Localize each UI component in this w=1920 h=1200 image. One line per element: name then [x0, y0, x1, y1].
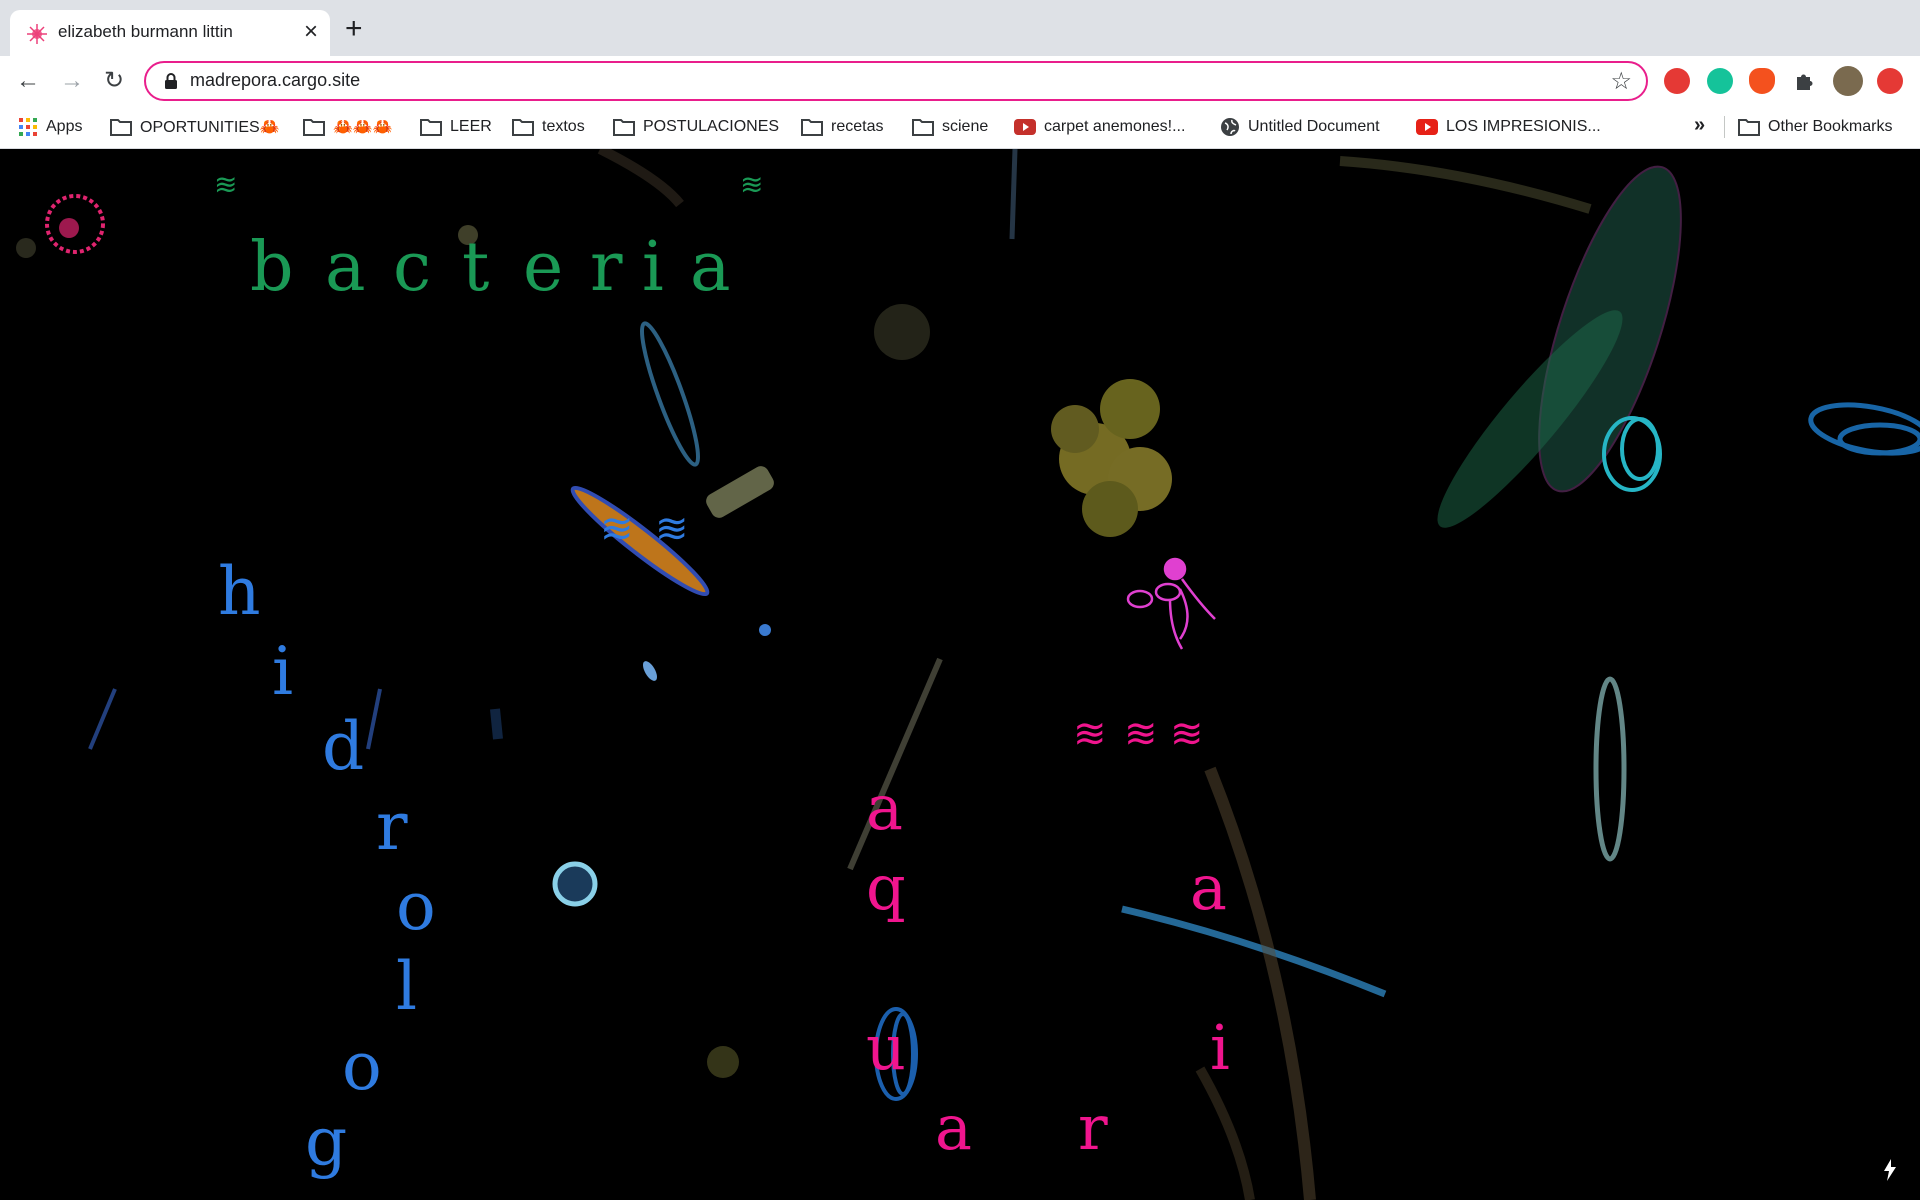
aquarium-letter: a: [1190, 851, 1227, 924]
bookmark-folder-crabs[interactable]: 🦀🦀🦀: [303, 115, 393, 139]
title-letter: a: [690, 228, 731, 307]
bookmarks-bar: Apps OPORTUNITIES🦀 🦀🦀🦀 LEER textos POSTU…: [0, 106, 1920, 149]
tab-strip: elizabeth burmann littin × +: [0, 0, 1920, 56]
bookmark-label: sciene: [942, 118, 989, 135]
title-letter: t: [462, 228, 490, 307]
bookmark-label: LOS IMPRESIONIS...: [1446, 118, 1601, 135]
bookmark-label: carpet anemones!...: [1044, 118, 1186, 135]
forward-arrow-icon[interactable]: →: [56, 65, 88, 97]
bookmark-label: Other Bookmarks: [1768, 118, 1893, 135]
yellow-colony-organism: [1051, 379, 1172, 537]
pink-coral-organism: [45, 194, 105, 254]
lock-icon: [165, 73, 177, 89]
wave-glyph: ≋: [1124, 711, 1158, 757]
url-text: madrepora.cargo.site: [190, 70, 361, 90]
globe-icon: [1221, 118, 1239, 136]
wave-glyph: ≋: [740, 168, 764, 201]
hidrologia-letter: h: [218, 553, 261, 630]
more-bookmarks-chevron-icon[interactable]: »: [1694, 114, 1705, 137]
bookmark-label: OPORTUNITIES🦀: [140, 119, 280, 136]
browser-toolbar: ← → ↻ madrepora.cargo.site ☆: [0, 56, 1920, 106]
new-tab-button[interactable]: +: [345, 14, 363, 44]
wave-glyph: ≋: [214, 168, 238, 201]
update-extension-icon[interactable]: [1877, 68, 1903, 94]
bookmark-apps[interactable]: Apps: [18, 115, 82, 139]
aquarium-letter: r: [1078, 1091, 1108, 1164]
title-letter: b: [250, 228, 294, 307]
lightning-icon[interactable]: [1882, 1159, 1898, 1181]
bookmark-label: LEER: [450, 118, 492, 135]
page-canvas: ≋ ≋ b a c t e r i a ≋ ≋ h i d r o l o g …: [0, 149, 1920, 1200]
folder-icon: [110, 119, 132, 136]
bookmark-label: recetas: [831, 118, 884, 135]
hidrologia-letter: r: [376, 788, 408, 865]
active-tab[interactable]: elizabeth burmann littin ×: [10, 10, 330, 56]
folder-icon: [613, 119, 635, 136]
bookmark-los-impresionis[interactable]: LOS IMPRESIONIS...: [1416, 115, 1601, 139]
hidrologia-letter: l: [396, 948, 418, 1025]
reload-icon[interactable]: ↻: [98, 65, 130, 97]
bookmarks-divider: [1724, 116, 1725, 138]
hidrologia-letter: o: [342, 1028, 382, 1105]
title-letter: r: [590, 228, 623, 307]
bookmark-untitled-document[interactable]: Untitled Document: [1220, 115, 1380, 139]
apps-grid-icon: [19, 118, 37, 136]
folder-icon: [512, 119, 534, 136]
profile-avatar[interactable]: [1833, 66, 1863, 96]
tab-title: elizabeth burmann littin: [58, 22, 233, 41]
bookmark-folder-textos[interactable]: textos: [512, 115, 585, 139]
bookmark-other-bookmarks[interactable]: Other Bookmarks: [1738, 115, 1892, 139]
bookmark-label: Apps: [46, 118, 83, 135]
fire-extension-icon[interactable]: [1749, 68, 1775, 94]
folder-icon: [801, 119, 823, 136]
bookmark-folder-recetas[interactable]: recetas: [801, 115, 883, 139]
bookmark-label: POSTULACIONES: [643, 118, 780, 135]
bookmark-folder-oportunities[interactable]: OPORTUNITIES🦀: [110, 115, 280, 139]
address-bar[interactable]: madrepora.cargo.site ☆: [144, 61, 1648, 101]
folder-icon: [912, 119, 934, 136]
aquarium-letter: u: [866, 1011, 906, 1084]
youtube-icon: [1416, 119, 1438, 135]
title-letter: a: [325, 228, 366, 307]
aquarium-letter: a: [935, 1091, 972, 1164]
aquarium-letter: i: [1210, 1011, 1230, 1084]
hidrologia-letter: g: [305, 1103, 348, 1180]
close-tab-icon[interactable]: ×: [304, 19, 318, 45]
wave-glyph: ≋: [655, 506, 689, 552]
adblock-extension-icon[interactable]: [1664, 68, 1690, 94]
pink-jellyfish-organism: [1126, 557, 1216, 650]
hidrologia-letter: o: [396, 868, 436, 945]
folder-icon: [303, 119, 325, 136]
hidrologia-letter: i: [272, 633, 294, 710]
bookmark-folder-leer[interactable]: LEER: [420, 115, 492, 139]
title-letter: e: [523, 228, 564, 307]
aquarium-letter: q: [866, 851, 906, 924]
grammarly-extension-icon[interactable]: [1707, 68, 1733, 94]
puzzle-extensions-icon[interactable]: [1791, 68, 1817, 94]
bookmark-label: textos: [542, 118, 585, 135]
bookmark-star-icon[interactable]: ☆: [1610, 67, 1632, 96]
title-letter: i: [642, 228, 664, 307]
wave-glyph: ≋: [1170, 711, 1204, 757]
aquarium-letter: a: [866, 771, 903, 844]
bookmark-carpet-anemones[interactable]: carpet anemones!...: [1014, 115, 1185, 139]
title-letter: c: [393, 228, 432, 307]
bookmark-label: Untitled Document: [1248, 118, 1380, 135]
teal-tangle-organism: [1602, 416, 1662, 492]
folder-icon: [1738, 119, 1760, 136]
hidrologia-letter: d: [322, 708, 365, 785]
wave-glyph: ≋: [600, 506, 634, 552]
bookmark-folder-sciene[interactable]: sciene: [912, 115, 988, 139]
back-arrow-icon[interactable]: ←: [12, 65, 44, 97]
bookmark-folder-postulaciones[interactable]: POSTULACIONES: [613, 115, 779, 139]
site-favicon-icon: [27, 24, 47, 44]
bookmark-label: 🦀🦀🦀: [333, 119, 393, 136]
wave-glyph: ≋: [1073, 711, 1107, 757]
youtube-icon: [1014, 119, 1036, 135]
folder-icon: [420, 119, 442, 136]
